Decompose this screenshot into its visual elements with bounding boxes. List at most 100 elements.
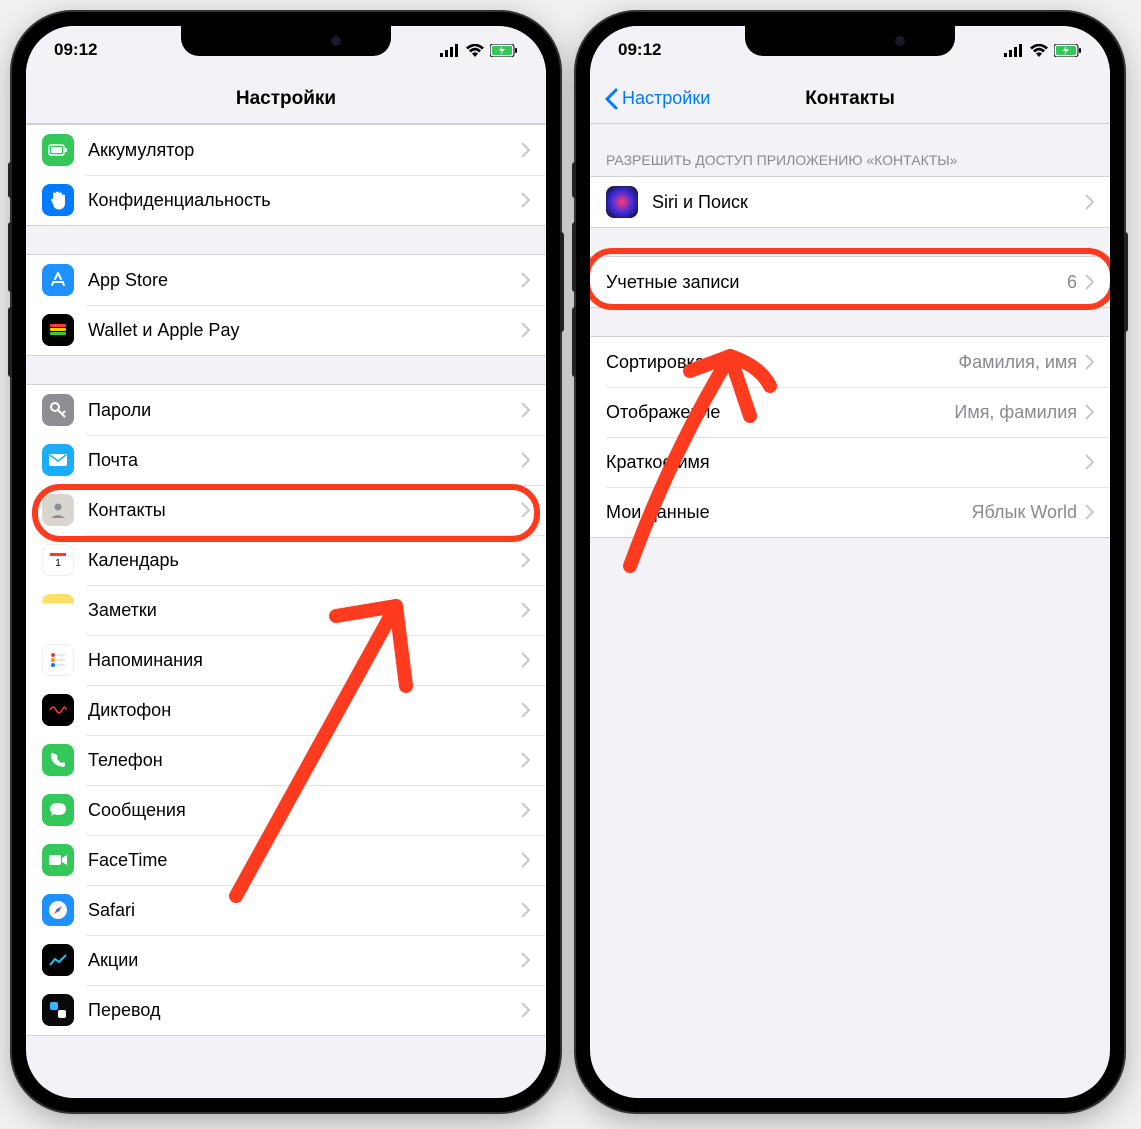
cellular-signal-icon: [440, 44, 460, 57]
contacts-settings[interactable]: РАЗРЕШИТЬ ДОСТУП ПРИЛОЖЕНИЮ «КОНТАКТЫ» S…: [590, 124, 1110, 1098]
translate-icon: [42, 994, 74, 1026]
back-button[interactable]: Настройки: [604, 88, 710, 110]
row-battery[interactable]: Аккумулятор: [26, 125, 546, 175]
row-translate[interactable]: Перевод: [26, 985, 546, 1035]
chevron-right-icon: [521, 272, 530, 288]
chevron-right-icon: [521, 702, 530, 718]
row-label: Календарь: [88, 550, 521, 571]
page-title: Настройки: [236, 88, 336, 110]
navbar: Настройки: [26, 74, 546, 124]
row-appstore[interactable]: App Store: [26, 255, 546, 305]
chevron-left-icon: [604, 88, 618, 110]
settings-group: Пароли Почта Контакты 1 Календарь: [26, 384, 546, 1036]
appstore-icon: [42, 264, 74, 296]
row-mail[interactable]: Почта: [26, 435, 546, 485]
key-icon: [42, 394, 74, 426]
row-label: Пароли: [88, 400, 521, 421]
phone-icon: [42, 744, 74, 776]
chevron-right-icon: [521, 502, 530, 518]
settings-group: Учетные записи 6: [590, 256, 1110, 308]
chevron-right-icon: [521, 902, 530, 918]
status-time: 09:12: [54, 40, 97, 60]
page-title: Контакты: [805, 88, 895, 110]
row-label: Контакты: [88, 500, 521, 521]
wallet-icon: [42, 314, 74, 346]
chevron-right-icon: [1085, 404, 1094, 420]
row-label: Wallet и Apple Pay: [88, 320, 521, 341]
row-siri-search[interactable]: Siri и Поиск: [590, 177, 1110, 227]
row-calendar[interactable]: 1 Календарь: [26, 535, 546, 585]
row-short-name[interactable]: Краткое имя: [590, 437, 1110, 487]
row-notes[interactable]: Заметки: [26, 585, 546, 635]
row-value: Имя, фамилия: [954, 402, 1077, 423]
row-label: Аккумулятор: [88, 140, 521, 161]
chevron-right-icon: [1085, 194, 1094, 210]
safari-icon: [42, 894, 74, 926]
row-passwords[interactable]: Пароли: [26, 385, 546, 435]
row-facetime[interactable]: FaceTime: [26, 835, 546, 885]
wifi-icon: [1030, 44, 1048, 57]
settings-group: Сортировка Фамилия, имя Отображение Имя,…: [590, 336, 1110, 538]
chevron-right-icon: [521, 322, 530, 338]
row-value: 6: [1067, 272, 1077, 293]
svg-text:1: 1: [55, 558, 61, 569]
cellular-signal-icon: [1004, 44, 1024, 57]
row-display-order[interactable]: Отображение Имя, фамилия: [590, 387, 1110, 437]
facetime-icon: [42, 844, 74, 876]
navbar: Настройки Контакты: [590, 74, 1110, 124]
row-contacts[interactable]: Контакты: [26, 485, 546, 535]
row-label: Телефон: [88, 750, 521, 771]
settings-list[interactable]: Аккумулятор Конфиденциальность App Store: [26, 124, 546, 1098]
row-privacy[interactable]: Конфиденциальность: [26, 175, 546, 225]
battery-charging-icon: [1054, 44, 1082, 57]
mail-icon: [42, 444, 74, 476]
row-label: Сортировка: [606, 352, 958, 373]
notes-icon: [42, 594, 74, 626]
wifi-icon: [466, 44, 484, 57]
contacts-icon: [42, 494, 74, 526]
phone-right: 09:12 Настройки Контакты РАЗРЕШИТЬ: [576, 12, 1124, 1112]
chevron-right-icon: [521, 142, 530, 158]
row-label: Диктофон: [88, 700, 521, 721]
row-label: Safari: [88, 900, 521, 921]
chevron-right-icon: [521, 652, 530, 668]
row-stocks[interactable]: Акции: [26, 935, 546, 985]
chevron-right-icon: [1085, 354, 1094, 370]
chevron-right-icon: [521, 852, 530, 868]
row-wallet[interactable]: Wallet и Apple Pay: [26, 305, 546, 355]
row-messages[interactable]: Сообщения: [26, 785, 546, 835]
row-label: Отображение: [606, 402, 954, 423]
settings-group: Siri и Поиск: [590, 176, 1110, 228]
row-phone[interactable]: Телефон: [26, 735, 546, 785]
row-value: Яблык World: [972, 502, 1078, 523]
section-header: РАЗРЕШИТЬ ДОСТУП ПРИЛОЖЕНИЮ «КОНТАКТЫ»: [590, 124, 1110, 176]
row-voice-memos[interactable]: Диктофон: [26, 685, 546, 735]
chevron-right-icon: [521, 192, 530, 208]
settings-group: App Store Wallet и Apple Pay: [26, 254, 546, 356]
row-label: Siri и Поиск: [652, 192, 1085, 213]
notch: [181, 26, 391, 56]
chevron-right-icon: [1085, 274, 1094, 290]
row-label: Краткое имя: [606, 452, 1077, 473]
battery-icon: [42, 134, 74, 166]
row-my-info[interactable]: Мои данные Яблык World: [590, 487, 1110, 537]
row-accounts[interactable]: Учетные записи 6: [590, 257, 1110, 307]
row-label: Учетные записи: [606, 272, 1067, 293]
chevron-right-icon: [1085, 504, 1094, 520]
voice-memos-icon: [42, 694, 74, 726]
siri-icon: [606, 186, 638, 218]
back-label: Настройки: [622, 88, 710, 109]
row-reminders[interactable]: Напоминания: [26, 635, 546, 685]
row-sort-order[interactable]: Сортировка Фамилия, имя: [590, 337, 1110, 387]
row-label: FaceTime: [88, 850, 521, 871]
row-label: Конфиденциальность: [88, 190, 521, 211]
row-label: Мои данные: [606, 502, 972, 523]
row-label: Перевод: [88, 1000, 521, 1021]
messages-icon: [42, 794, 74, 826]
chevron-right-icon: [1085, 454, 1094, 470]
calendar-icon: 1: [42, 544, 74, 576]
row-safari[interactable]: Safari: [26, 885, 546, 935]
settings-group: Аккумулятор Конфиденциальность: [26, 124, 546, 226]
row-label: Заметки: [88, 600, 521, 621]
chevron-right-icon: [521, 402, 530, 418]
